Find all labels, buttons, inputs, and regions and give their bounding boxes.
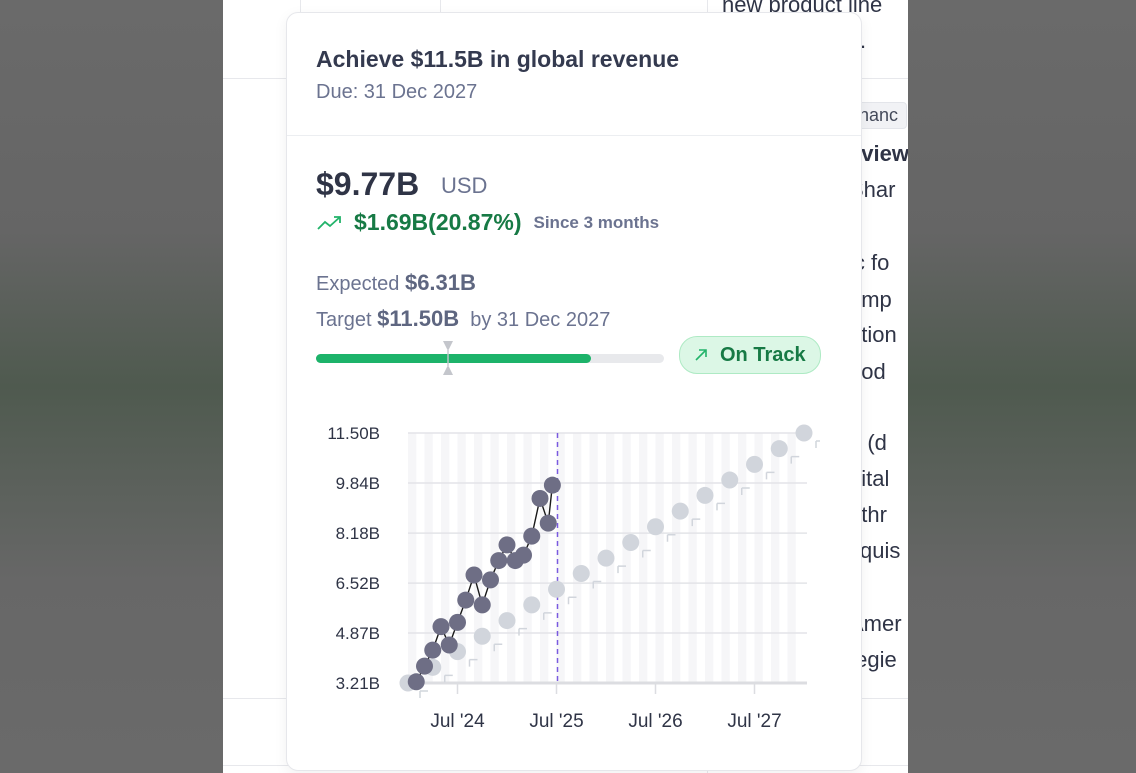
actual-point <box>466 567 483 584</box>
goal-title: Achieve $11.5B in global revenue <box>316 46 679 73</box>
change-row: $1.69B(20.87%) Since 3 months <box>316 209 659 236</box>
status-label: On Track <box>720 344 806 367</box>
expected-point <box>598 550 615 567</box>
y-tick-label: 3.21B <box>336 674 380 693</box>
actual-point <box>457 592 474 609</box>
plot-stripe <box>672 433 680 683</box>
target-date: by 31 Dec 2027 <box>470 309 610 331</box>
expected-point <box>796 425 813 442</box>
target-value: $11.50B <box>377 306 459 331</box>
x-tick-label: Jul '24 <box>430 711 485 732</box>
actual-point <box>540 515 557 532</box>
expected-point <box>672 503 689 520</box>
expected-point <box>647 518 664 535</box>
y-tick-label: 11.50B <box>327 424 380 443</box>
plot-stripe <box>623 433 631 683</box>
arrow-up-right-icon <box>694 348 708 362</box>
actual-point <box>474 596 491 613</box>
actual-point <box>523 528 540 545</box>
actual-point <box>532 490 549 507</box>
plot-stripe <box>788 433 796 683</box>
plot-stripe <box>689 433 697 683</box>
expected-point <box>721 472 738 489</box>
goal-due-date: Due: 31 Dec 2027 <box>316 81 477 104</box>
y-tick-label: 9.84B <box>336 474 380 493</box>
expected-point-tick <box>420 691 428 698</box>
expected-point <box>771 440 788 457</box>
y-tick-label: 6.52B <box>336 574 380 593</box>
progress-bar <box>316 354 664 363</box>
actual-point <box>515 547 532 564</box>
actual-point <box>482 571 499 588</box>
expected-point <box>697 487 714 504</box>
header-divider <box>287 135 861 136</box>
trending-up-icon <box>316 214 344 232</box>
expected-point <box>548 581 565 598</box>
y-tick-label: 4.87B <box>336 624 380 643</box>
plot-stripe <box>590 433 598 683</box>
expected-marker-icon <box>442 341 454 375</box>
actual-point <box>433 618 450 635</box>
plot-stripe <box>705 433 713 683</box>
progress-chart: 11.50B 9.84B 8.18B 6.52B 4.87B 3.21B Jul '24 Ju… <box>300 410 820 740</box>
plot-stripe <box>408 433 416 683</box>
change-period: Since 3 months <box>534 213 660 233</box>
x-tick-label: Jul '26 <box>628 711 682 732</box>
target-label: Target <box>316 309 372 331</box>
plot-stripe <box>738 433 746 683</box>
plot-stripe <box>722 433 730 683</box>
expected-point <box>523 596 540 613</box>
actual-point <box>441 637 458 654</box>
expected-point <box>573 565 590 582</box>
y-tick-label: 8.18B <box>336 524 380 543</box>
plot-stripe <box>540 433 548 683</box>
actual-point <box>416 658 433 675</box>
x-tick-label: Jul '25 <box>529 711 583 732</box>
plot-stripe <box>656 433 664 683</box>
actual-point <box>544 477 561 494</box>
actual-point <box>449 614 466 631</box>
currency-unit: USD <box>441 173 487 199</box>
current-value: $9.77B <box>316 166 419 203</box>
expected-point <box>499 612 516 629</box>
expected-label: Expected <box>316 273 399 295</box>
change-amount: $1.69B(20.87%) <box>354 209 522 236</box>
plot-stripe <box>474 433 482 683</box>
plot-stripe <box>771 433 779 683</box>
expected-value: $6.31B <box>405 270 476 295</box>
x-tick-label: Jul '27 <box>727 711 781 732</box>
expected-row: Expected $6.31B <box>316 270 476 296</box>
expected-point-tick <box>816 441 820 448</box>
actual-point <box>408 673 425 690</box>
expected-point <box>474 628 491 645</box>
status-badge: On Track <box>679 336 821 374</box>
actual-point <box>424 642 441 659</box>
expected-point <box>622 534 639 551</box>
plot-stripe <box>639 433 647 683</box>
expected-point <box>746 456 763 473</box>
target-row: Target $11.50B by 31 Dec 2027 <box>316 306 610 332</box>
actual-point <box>490 552 507 569</box>
actual-point <box>499 536 516 553</box>
plot-stripe <box>573 433 581 683</box>
